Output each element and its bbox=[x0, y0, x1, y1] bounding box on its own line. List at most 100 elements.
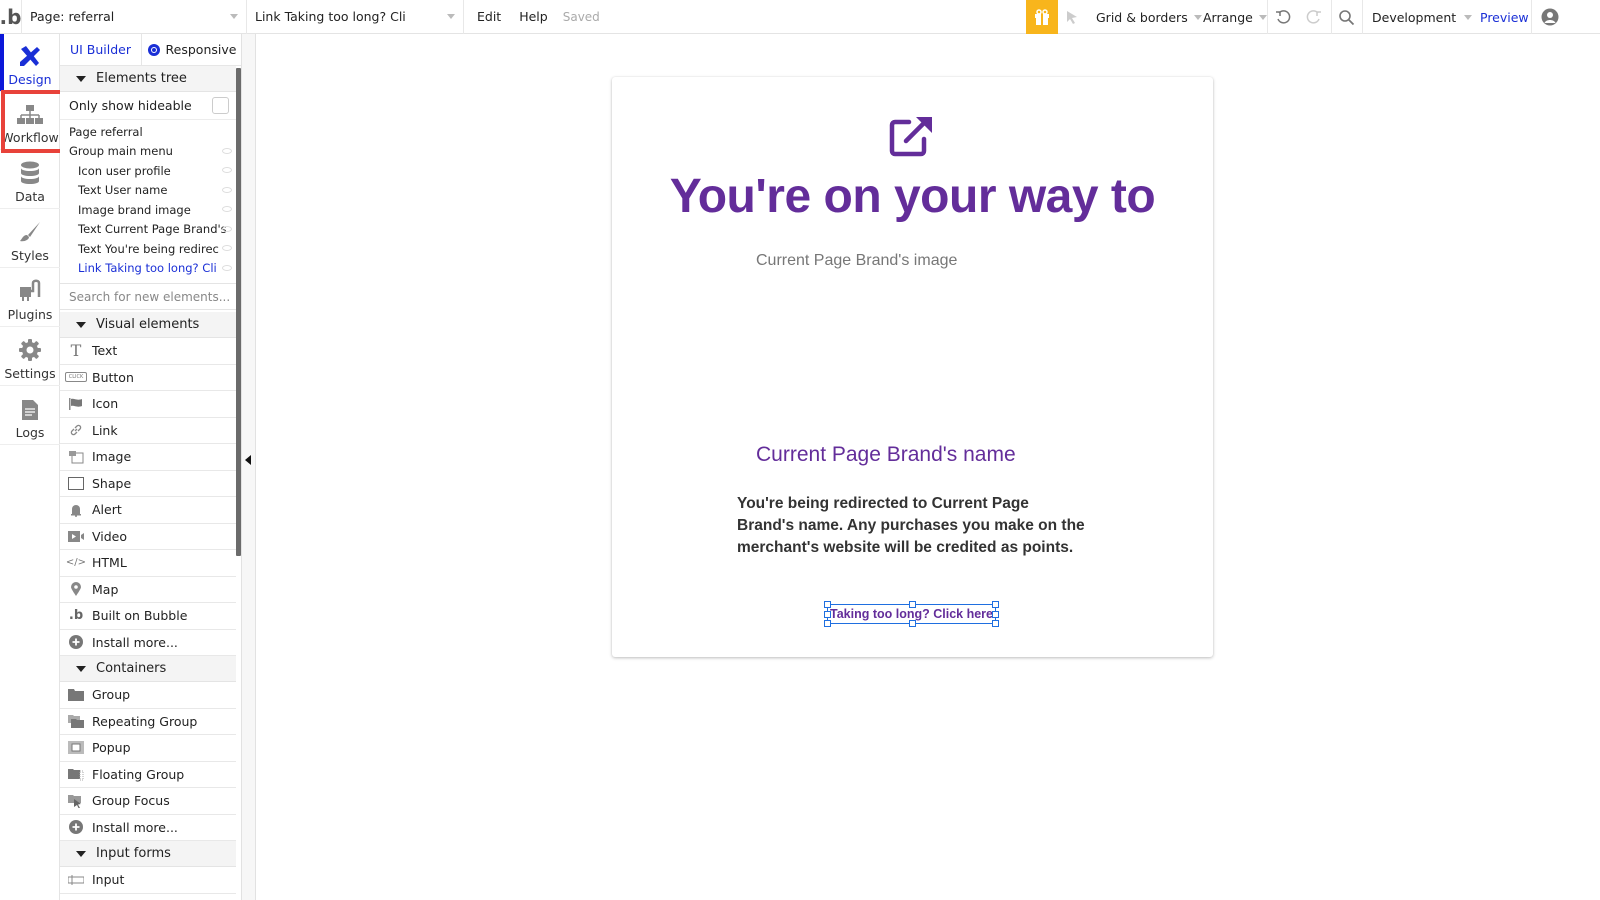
eye-icon[interactable] bbox=[222, 167, 232, 173]
palette-tabs: UI Builder Responsive bbox=[60, 34, 242, 66]
user-account-button[interactable] bbox=[1541, 0, 1559, 34]
nav-label: Styles bbox=[11, 248, 49, 263]
eye-icon[interactable] bbox=[222, 206, 232, 212]
palette-scrollbar[interactable] bbox=[236, 68, 241, 556]
tree-item-text-redirect[interactable]: Text You're being redirec bbox=[60, 239, 236, 259]
brand-name-text[interactable]: Current Page Brand's name bbox=[756, 443, 1016, 467]
left-nav: Design Workflow Data Styles Plugins Sett… bbox=[0, 34, 60, 900]
resize-handle-bottom-right[interactable] bbox=[992, 620, 999, 627]
container-popup[interactable]: Popup bbox=[60, 735, 236, 762]
nav-workflow[interactable]: Workflow bbox=[0, 92, 60, 150]
selected-link-element[interactable]: Taking too long? Click here bbox=[824, 601, 999, 627]
element-link[interactable]: Link bbox=[60, 418, 236, 444]
element-html[interactable]: </> HTML bbox=[60, 550, 236, 577]
resize-handle-bottom-left[interactable] bbox=[824, 620, 831, 627]
element-text[interactable]: T Text bbox=[60, 338, 236, 365]
install-more-containers[interactable]: Install more... bbox=[60, 815, 236, 841]
chevron-down-icon bbox=[1464, 14, 1473, 20]
gift-button[interactable] bbox=[1026, 0, 1058, 34]
chevron-down-icon bbox=[447, 14, 455, 19]
element-shape[interactable]: Shape bbox=[60, 471, 236, 497]
grid-borders-menu[interactable]: Grid & borders bbox=[1096, 0, 1202, 34]
help-menu[interactable]: Help bbox=[510, 0, 557, 34]
edit-menu[interactable]: Edit bbox=[468, 0, 510, 34]
tree-item-link-taking-too-long[interactable]: Link Taking too long? Cli bbox=[60, 259, 236, 279]
redirect-message[interactable]: You're being redirected to Current Page … bbox=[737, 493, 1087, 559]
nav-data[interactable]: Data bbox=[0, 151, 60, 209]
element-button[interactable]: CLICK Button bbox=[60, 365, 236, 391]
eye-icon[interactable] bbox=[222, 264, 232, 271]
arrange-menu[interactable]: Arrange bbox=[1203, 0, 1267, 34]
preview-button[interactable]: Preview bbox=[1480, 0, 1529, 34]
resize-handle-right[interactable] bbox=[992, 611, 999, 618]
grid-borders-label: Grid & borders bbox=[1096, 9, 1188, 25]
resize-handle-top[interactable] bbox=[909, 601, 916, 608]
tree-item-label: Text Current Page Brand's bbox=[78, 222, 227, 237]
collapse-panel-arrow-icon[interactable] bbox=[245, 455, 251, 465]
referral-page-card: You're on your way to Current Page Brand… bbox=[612, 77, 1213, 657]
headline-text[interactable]: You're on your way to bbox=[612, 169, 1213, 224]
tree-item-page[interactable]: Page referral bbox=[60, 122, 236, 142]
page-selector[interactable]: Page: referral bbox=[22, 0, 247, 34]
tree-item-image-brand-image[interactable]: Image brand image bbox=[60, 200, 236, 220]
container-floating-group[interactable]: Floating Group bbox=[60, 762, 236, 788]
container-group[interactable]: Group bbox=[60, 682, 236, 709]
eye-icon[interactable] bbox=[222, 147, 232, 154]
element-selector[interactable]: Link Taking too long? Cli bbox=[247, 0, 464, 34]
resize-handle-bottom[interactable] bbox=[909, 620, 916, 627]
gear-icon bbox=[19, 339, 41, 361]
select-tool-button[interactable] bbox=[1064, 0, 1080, 34]
elements-tree-header[interactable]: Elements tree bbox=[60, 66, 236, 92]
element-map[interactable]: Map bbox=[60, 577, 236, 603]
container-group-focus[interactable]: Group Focus bbox=[60, 788, 236, 815]
text-icon: T bbox=[70, 341, 82, 361]
element-video[interactable]: Video bbox=[60, 524, 236, 550]
nav-settings[interactable]: Settings bbox=[0, 328, 60, 386]
search-elements-input[interactable]: Search for new elements... bbox=[60, 283, 236, 310]
nav-design[interactable]: Design bbox=[0, 34, 60, 92]
redo-button[interactable] bbox=[1306, 0, 1322, 34]
search-button[interactable] bbox=[1338, 0, 1355, 34]
nav-logs[interactable]: Logs bbox=[0, 387, 60, 445]
tab-ui-builder[interactable]: UI Builder bbox=[60, 34, 142, 65]
palette-scroll-track[interactable] bbox=[241, 34, 256, 900]
element-icon[interactable]: Icon bbox=[60, 391, 236, 418]
element-built-on-bubble[interactable]: .b Built on Bubble bbox=[60, 603, 236, 630]
map-pin-icon bbox=[60, 582, 92, 597]
visual-elements-header[interactable]: Visual elements bbox=[60, 312, 236, 338]
element-image[interactable]: Image bbox=[60, 444, 236, 471]
tree-item-group-main-menu[interactable]: Group main menu bbox=[60, 142, 236, 162]
undo-button[interactable] bbox=[1275, 0, 1291, 34]
plug-icon bbox=[20, 279, 41, 301]
eye-icon[interactable] bbox=[222, 186, 232, 193]
element-selector-label: Link Taking too long? Cli bbox=[255, 9, 406, 24]
user-avatar-icon bbox=[1541, 8, 1559, 26]
element-alert[interactable]: Alert bbox=[60, 497, 236, 524]
nav-label: Design bbox=[8, 72, 52, 87]
input-input[interactable]: Input bbox=[60, 867, 236, 894]
tree-item-label: Link Taking too long? Cli bbox=[78, 261, 217, 276]
only-show-hideable-checkbox[interactable] bbox=[212, 97, 229, 114]
resize-handle-left[interactable] bbox=[824, 611, 831, 618]
tree-item-icon-user-profile[interactable]: Icon user profile bbox=[60, 161, 236, 181]
resize-handle-top-right[interactable] bbox=[992, 601, 999, 608]
containers-header[interactable]: Containers bbox=[60, 656, 236, 682]
tree-item-label: Icon user profile bbox=[78, 163, 171, 178]
install-more-visual[interactable]: Install more... bbox=[60, 630, 236, 656]
tree-item-text-brand-name[interactable]: Text Current Page Brand's bbox=[60, 220, 236, 240]
external-link-icon[interactable] bbox=[889, 115, 935, 157]
brand-image-placeholder[interactable]: Current Page Brand's image bbox=[756, 252, 957, 270]
input-forms-header[interactable]: Input forms bbox=[60, 841, 236, 867]
tab-responsive[interactable]: Responsive bbox=[142, 34, 242, 65]
container-repeating-group[interactable]: Repeating Group bbox=[60, 709, 236, 735]
resize-handle-top-left[interactable] bbox=[824, 601, 831, 608]
eye-icon[interactable] bbox=[222, 225, 232, 232]
element-label: Link bbox=[92, 422, 118, 438]
tree-item-text-user-name[interactable]: Text User name bbox=[60, 181, 236, 201]
nav-styles[interactable]: Styles bbox=[0, 210, 60, 268]
environment-selector[interactable]: Development bbox=[1372, 0, 1473, 34]
top-bar: .b Page: referral Link Taking too long? … bbox=[0, 0, 1600, 34]
eye-icon[interactable] bbox=[222, 245, 232, 251]
bubble-logo[interactable]: .b bbox=[0, 0, 22, 34]
nav-plugins[interactable]: Plugins bbox=[0, 269, 60, 327]
